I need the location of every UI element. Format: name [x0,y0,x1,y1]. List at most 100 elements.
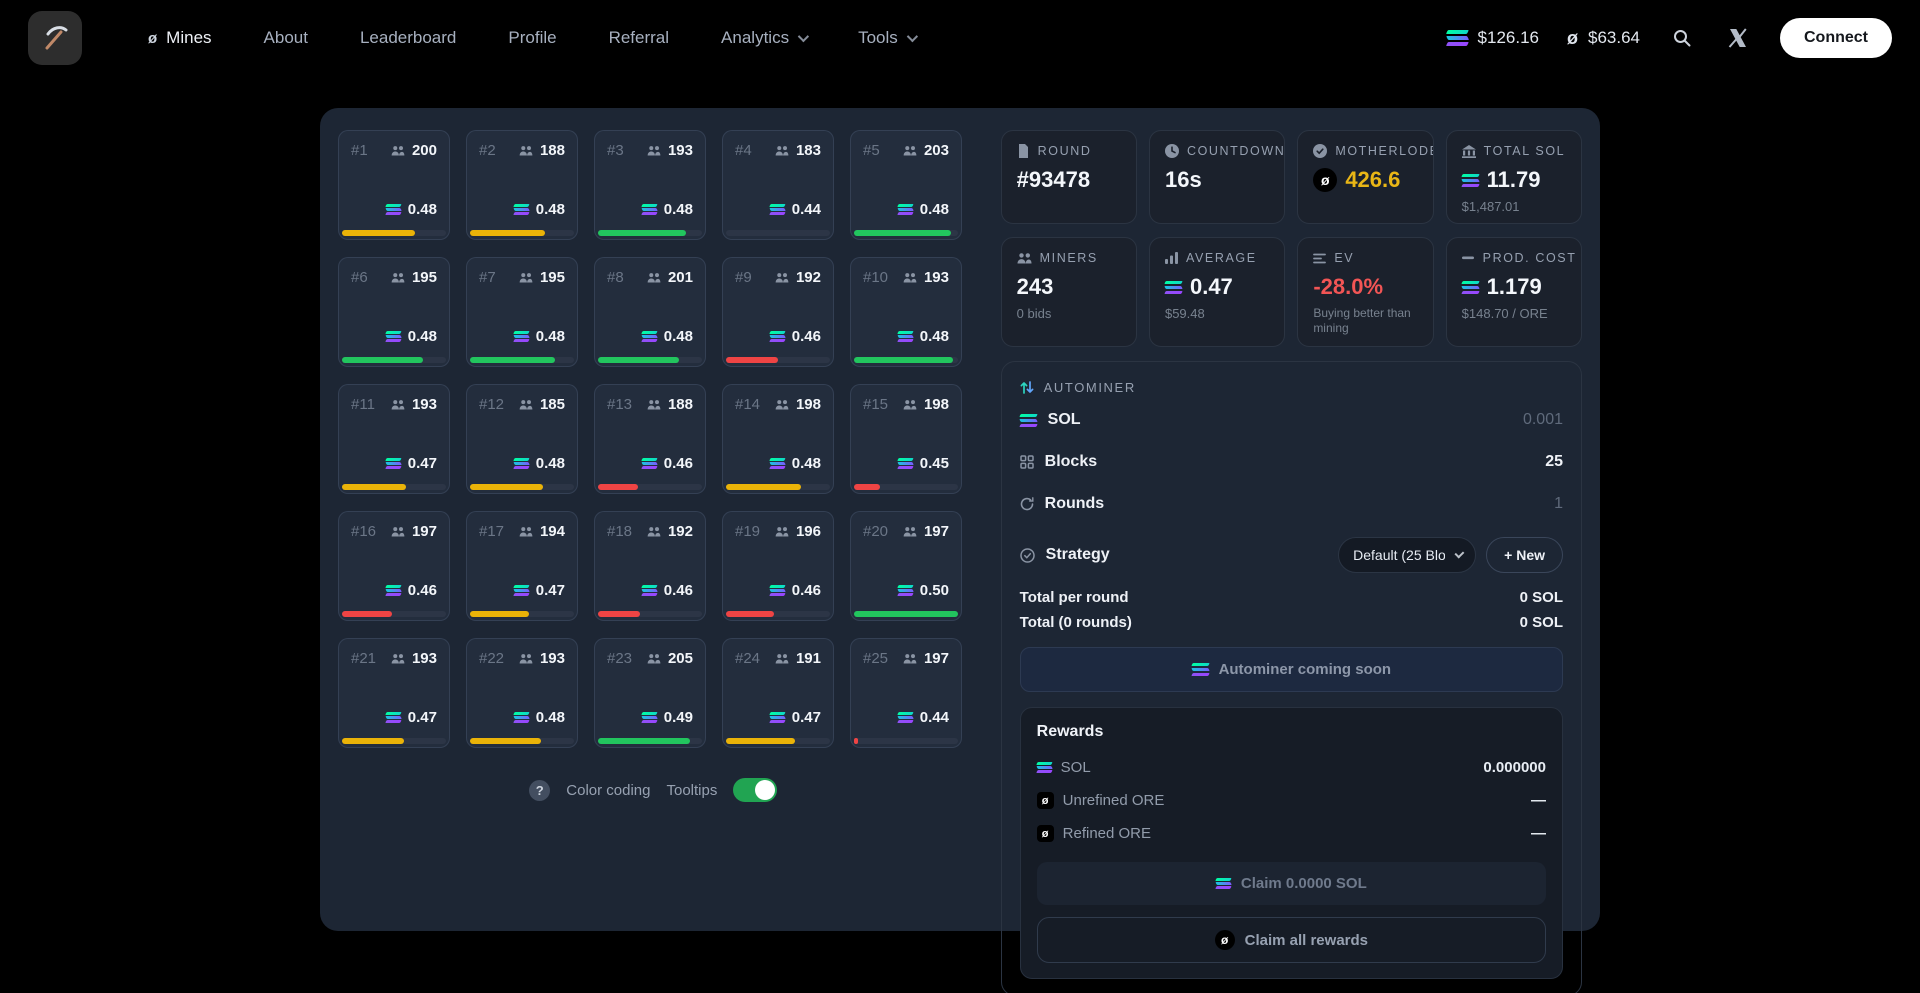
autominer-blocks-input[interactable]: 25 [1545,453,1563,471]
users-icon [391,146,405,156]
mine-cell[interactable]: #1 200 0.48 [338,130,450,240]
miners-label: MINERS [1040,251,1098,265]
mine-cell[interactable]: #8 201 0.48 [594,257,706,367]
mine-progress-track [470,230,574,236]
autominer-rounds-input[interactable]: 1 [1554,495,1563,513]
nav-link-mines[interactable]: ø Mines [148,28,212,48]
nav-link-leaderboard[interactable]: Leaderboard [360,28,456,48]
solana-icon [386,204,401,215]
mine-cell[interactable]: #17 194 0.47 [466,511,578,621]
connect-wallet-button[interactable]: Connect [1780,18,1892,58]
mine-cell[interactable]: #11 193 0.47 [338,384,450,494]
mine-cell[interactable]: #10 193 0.48 [850,257,962,367]
users-icon [519,273,533,283]
mine-id: #1 [351,142,368,159]
mine-cell[interactable]: #12 185 0.48 [466,384,578,494]
users-icon [647,400,661,410]
mine-cell[interactable]: #20 197 0.50 [850,511,962,621]
mine-progress-bar [470,230,545,236]
solana-icon [1037,762,1052,773]
tooltips-toggle[interactable] [733,778,777,802]
nav-link-referral[interactable]: Referral [609,28,669,48]
rewards-title: Rewards [1037,723,1546,741]
nav-link-about[interactable]: About [264,28,308,48]
ore-price: ø $63.64 [1567,28,1640,49]
help-icon[interactable]: ? [529,780,550,801]
mine-cell[interactable]: #2 188 0.48 [466,130,578,240]
rewards-sol-row: SOL 0.000000 [1037,751,1546,784]
toggle-knob [755,780,775,800]
autominer-blocks-row: Blocks 25 [1020,441,1563,483]
pickaxe-icon [40,23,70,53]
strategy-dropdown[interactable]: Default (25 Blocks, ev [1338,537,1476,573]
mine-progress-track [470,484,574,490]
mine-cell[interactable]: #5 203 0.48 [850,130,962,240]
new-strategy-button[interactable]: + New [1486,537,1563,573]
grid-footer: ? Color coding Tooltips [338,778,969,802]
users-icon [775,146,789,156]
mine-cell[interactable]: #19 196 0.46 [722,511,834,621]
motherlode-label: MOTHERLODE [1335,144,1433,158]
nav-link-label: Analytics [721,28,789,48]
autominer-title: AUTOMINER [1044,380,1136,395]
nav-link-profile[interactable]: Profile [508,28,556,48]
mine-cell[interactable]: #18 192 0.46 [594,511,706,621]
solana-icon [770,458,785,469]
mine-cell[interactable]: #21 193 0.47 [338,638,450,748]
total-per-round-label: Total per round [1020,589,1129,606]
solana-icon [1447,30,1468,46]
claim-all-rewards-button[interactable]: ø Claim all rewards [1037,917,1546,963]
mine-cell[interactable]: #15 198 0.45 [850,384,962,494]
mine-id: #25 [863,650,888,667]
autominer-coming-soon-button[interactable]: Autominer coming soon [1020,647,1563,692]
users-icon [775,527,789,537]
solana-icon [770,204,785,215]
mine-cell[interactable]: #7 195 0.48 [466,257,578,367]
nav-link-analytics[interactable]: Analytics [721,28,806,48]
mine-grid: #1 200 0.48 #2 188 [338,130,969,748]
total-rounds-value: 0 SOL [1520,614,1563,631]
mine-cell[interactable]: #6 195 0.48 [338,257,450,367]
solana-icon [1216,878,1231,889]
mine-cell[interactable]: #4 183 0.44 [722,130,834,240]
mine-progress-bar [854,230,951,236]
autominer-rounds-label: Rounds [1045,495,1105,513]
mine-cell[interactable]: #16 197 0.46 [338,511,450,621]
autominer-sol-input[interactable]: 0.001 [1523,411,1563,429]
total-sol-value: 11.79 [1487,167,1541,193]
claim-sol-label: Claim 0.0000 SOL [1241,875,1367,892]
mine-cell[interactable]: #23 205 0.49 [594,638,706,748]
mine-cell[interactable]: #3 193 0.48 [594,130,706,240]
unrefined-ore-label: Unrefined ORE [1063,792,1165,809]
users-icon [903,527,917,537]
mine-sol-value: 0.48 [920,328,949,345]
search-button[interactable] [1668,24,1696,52]
stat-card-total-sol: TOTAL SOL 11.79 $1,487.01 [1446,130,1582,224]
claim-sol-button[interactable]: Claim 0.0000 SOL [1037,862,1546,905]
mine-sol-value: 0.46 [664,455,693,472]
refined-ore-value: — [1531,825,1546,842]
app-logo[interactable] [28,11,82,65]
mine-cell[interactable]: #9 192 0.46 [722,257,834,367]
prod-cost-usd: $148.70 / ORE [1462,306,1566,322]
users-icon [775,654,789,664]
mine-cell[interactable]: #24 191 0.47 [722,638,834,748]
mine-cell[interactable]: #13 188 0.46 [594,384,706,494]
mine-sol-value: 0.49 [664,709,693,726]
users-icon [775,273,789,283]
solana-icon [642,712,657,723]
users-icon [391,654,405,664]
mine-progress-bar [598,611,640,617]
nav-link-label: Mines [166,28,211,48]
mine-cell[interactable]: #25 197 0.44 [850,638,962,748]
miner-count: 195 [412,269,437,286]
mine-progress-track [342,357,446,363]
nav-link-tools[interactable]: Tools [858,28,915,48]
ev-value: -28.0% [1313,274,1383,300]
mine-cell[interactable]: #14 198 0.48 [722,384,834,494]
x-social-button[interactable] [1724,24,1752,52]
mine-sol-value: 0.46 [664,582,693,599]
mine-cell[interactable]: #22 193 0.48 [466,638,578,748]
miner-count: 197 [924,650,949,667]
users-icon [519,527,533,537]
